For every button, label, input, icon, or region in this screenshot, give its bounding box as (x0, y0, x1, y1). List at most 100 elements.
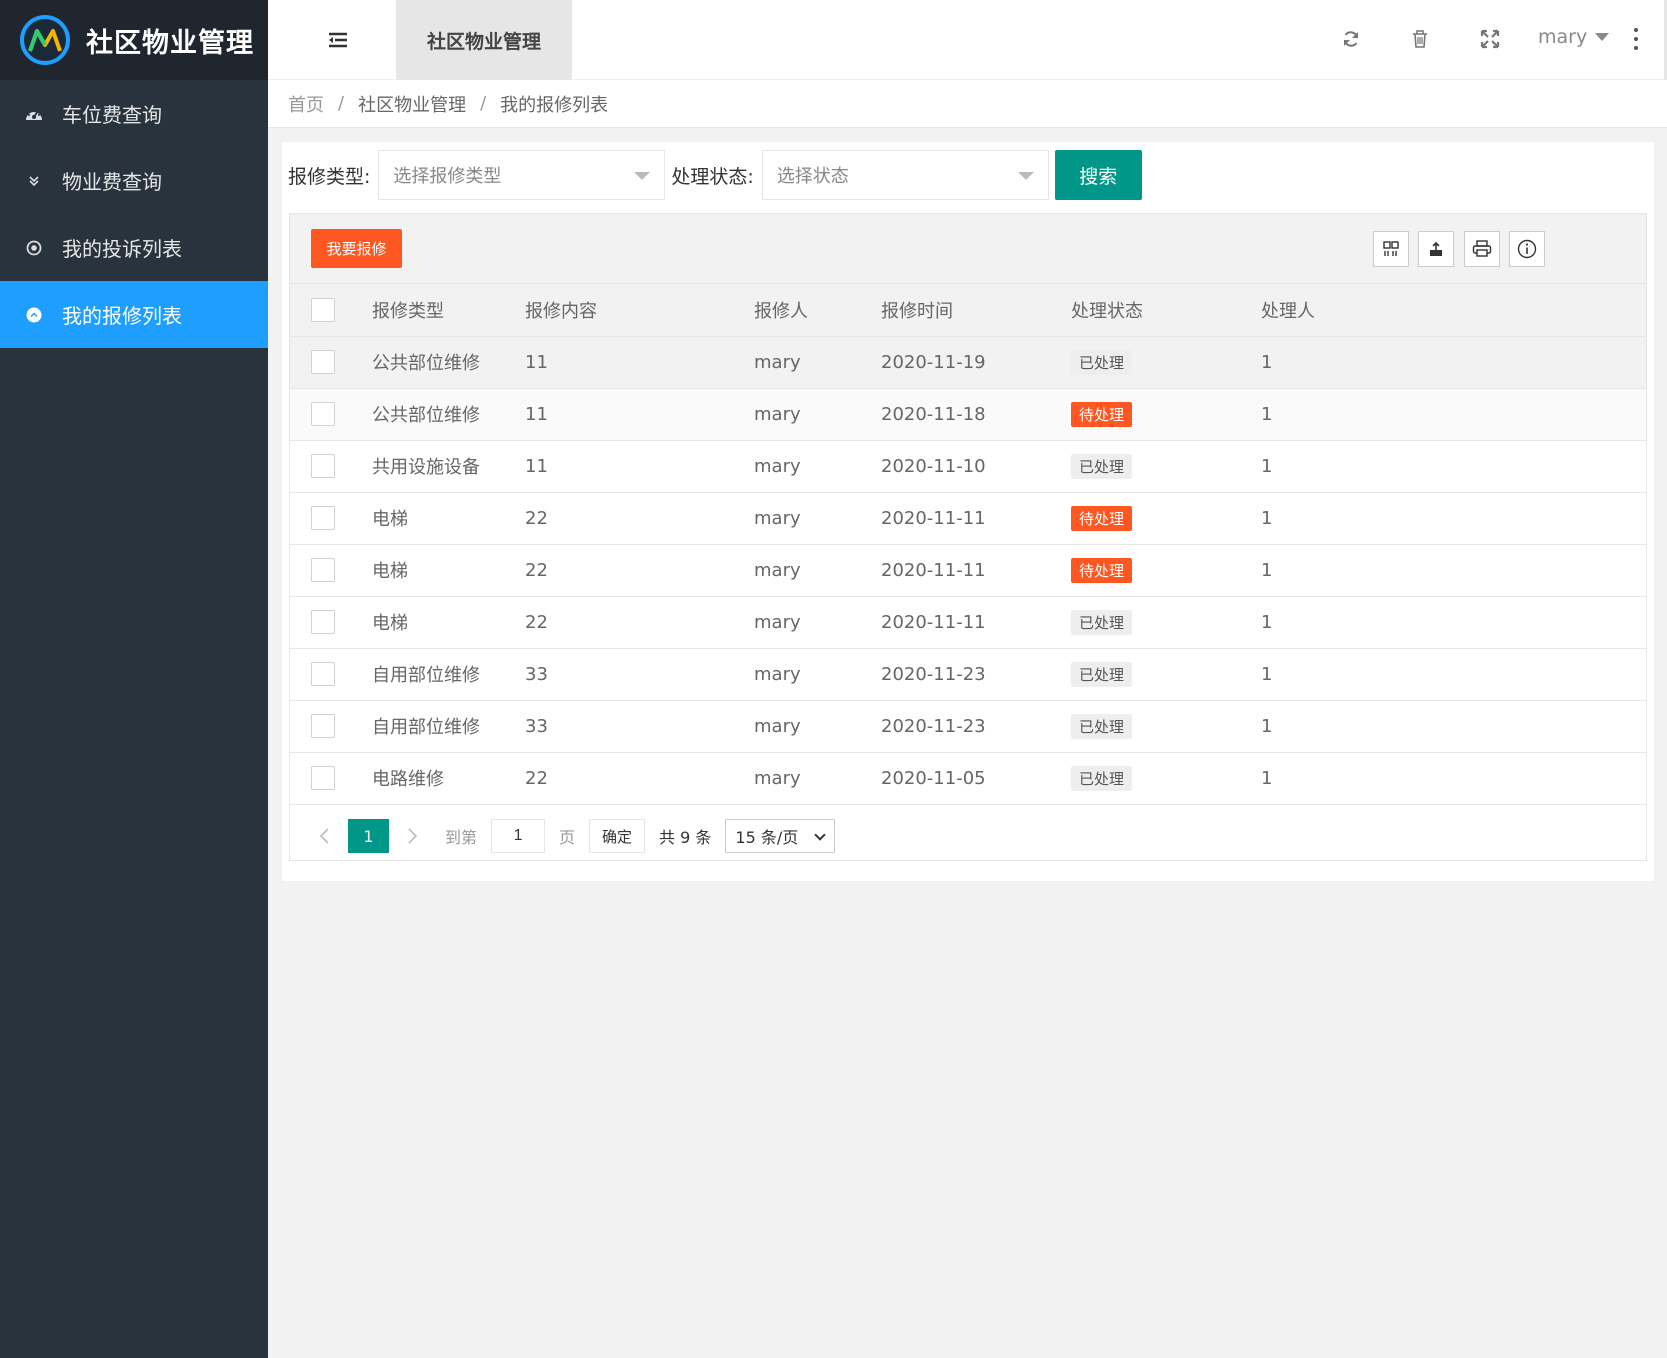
logo: 社区物业管理 (0, 0, 268, 80)
table-row[interactable]: 公共部位维修 11 mary 2020-11-19 已处理 1 (290, 336, 1646, 389)
data-table: 报修类型 报修内容 报修人 报修时间 处理状态 处理人 公共部位维修 11 mary… (290, 284, 1646, 805)
refresh-icon[interactable] (1339, 27, 1363, 51)
table-row[interactable]: 公共部位维修 11 mary 2020-11-18 待处理 1 (290, 388, 1646, 441)
select-all-checkbox[interactable] (311, 297, 335, 322)
tab-community-management[interactable]: 社区物业管理 (396, 0, 572, 80)
content-cell: 33 (525, 700, 754, 753)
add-repair-button[interactable]: 我要报修 (311, 229, 402, 268)
row-checkbox[interactable] (311, 350, 335, 374)
column-header[interactable]: 报修时间 (881, 284, 1071, 337)
table-row[interactable]: 电梯 22 mary 2020-11-11 待处理 1 (290, 492, 1646, 545)
handler-cell: 1 (1261, 544, 1646, 597)
print-icon[interactable] (1464, 231, 1500, 267)
export-icon[interactable] (1418, 231, 1454, 267)
content-cell: 33 (525, 648, 754, 701)
content-cell: 22 (525, 752, 754, 805)
page-number-current[interactable]: 1 (348, 819, 389, 853)
goto-confirm-button[interactable]: 确定 (589, 819, 646, 853)
row-select-cell (290, 700, 372, 753)
chevron-up-circle-icon (24, 305, 44, 325)
time-cell: 2020-11-10 (881, 440, 1071, 493)
status-cell: 已处理 (1071, 700, 1261, 753)
user-menu[interactable]: mary (1538, 26, 1610, 48)
breadcrumb-section[interactable]: 社区物业管理 (358, 91, 466, 117)
dropdown-arrow-icon (1017, 172, 1034, 180)
row-checkbox[interactable] (311, 662, 335, 686)
search-form: 报修类型: 选择报修类型 处理状态: 选择状态 搜索 (288, 149, 1142, 201)
goto-page-input[interactable] (491, 819, 546, 853)
row-select-cell (290, 336, 372, 389)
row-select-cell (290, 440, 372, 493)
status-cell: 待处理 (1071, 492, 1261, 545)
row-select-cell (290, 648, 372, 701)
sidebar-item-property-fee[interactable]: 物业费查询 (0, 147, 268, 214)
search-button[interactable]: 搜索 (1054, 150, 1142, 200)
content-cell: 11 (525, 440, 754, 493)
table-toolbar: 我要报修 (290, 214, 1646, 284)
content-cell: 11 (525, 388, 754, 441)
time-cell: 2020-11-23 (881, 700, 1071, 753)
dashboard-icon (24, 104, 44, 124)
table-row[interactable]: 电梯 22 mary 2020-11-11 待处理 1 (290, 544, 1646, 597)
page-unit-label: 页 (559, 828, 576, 847)
sidebar-item-repairs[interactable]: 我的报修列表 (0, 281, 268, 348)
row-checkbox[interactable] (311, 766, 335, 790)
row-checkbox[interactable] (311, 454, 335, 478)
time-cell: 2020-11-05 (881, 752, 1071, 805)
more-vertical-icon[interactable] (1632, 28, 1640, 50)
type-cell: 电梯 (372, 596, 525, 649)
repair-type-label: 报修类型: (288, 165, 371, 188)
row-select-cell (290, 388, 372, 441)
trash-icon[interactable] (1408, 27, 1432, 51)
repair-type-select[interactable]: 选择报修类型 (378, 150, 666, 200)
type-cell: 电路维修 (372, 752, 525, 805)
person-cell: mary (754, 544, 881, 597)
info-icon[interactable] (1509, 231, 1545, 267)
table-row[interactable]: 电路维修 22 mary 2020-11-05 已处理 1 (290, 752, 1646, 805)
time-cell: 2020-11-11 (881, 544, 1071, 597)
column-header[interactable]: 处理人 (1261, 284, 1646, 337)
sidebar-item-parking-fee[interactable]: 车位费查询 (0, 80, 268, 147)
status-badge: 已处理 (1071, 609, 1133, 635)
fullscreen-icon[interactable] (1478, 27, 1502, 51)
breadcrumb-separator: / (338, 93, 345, 114)
table-row[interactable]: 自用部位维修 33 mary 2020-11-23 已处理 1 (290, 648, 1646, 701)
column-header[interactable]: 报修内容 (525, 284, 754, 337)
row-select-cell (290, 492, 372, 545)
column-header[interactable]: 报修类型 (372, 284, 525, 337)
row-checkbox[interactable] (311, 402, 335, 426)
row-checkbox[interactable] (311, 714, 335, 738)
row-checkbox[interactable] (311, 558, 335, 582)
type-cell: 自用部位维修 (372, 648, 525, 701)
status-badge: 已处理 (1071, 765, 1133, 791)
row-checkbox[interactable] (311, 506, 335, 530)
columns-icon[interactable] (1373, 231, 1409, 267)
handler-cell: 1 (1261, 336, 1646, 389)
status-select[interactable]: 选择状态 (761, 150, 1049, 200)
next-page-icon[interactable] (399, 827, 427, 845)
status-badge: 已处理 (1071, 661, 1133, 687)
row-checkbox[interactable] (311, 610, 335, 634)
column-header[interactable]: 报修人 (754, 284, 881, 337)
type-cell: 共用设施设备 (372, 440, 525, 493)
type-cell: 公共部位维修 (372, 388, 525, 441)
column-header[interactable]: 处理状态 (1071, 284, 1261, 337)
page-size-select[interactable]: 15 条/页 (725, 819, 836, 853)
type-cell: 自用部位维修 (372, 700, 525, 753)
breadcrumb-home[interactable]: 首页 (288, 91, 324, 117)
menu-toggle-icon[interactable] (326, 28, 350, 52)
table-row[interactable]: 自用部位维修 33 mary 2020-11-23 已处理 1 (290, 700, 1646, 753)
status-badge: 已处理 (1071, 349, 1133, 375)
repair-table: 我要报修 报修类型 报修内容 报修人 报修时间 处理状态 处理人 公共部位维修 … (289, 213, 1647, 861)
content-cell: 22 (525, 492, 754, 545)
breadcrumb: 首页 / 社区物业管理 / 我的报修列表 (268, 80, 1667, 128)
prev-page-icon[interactable] (310, 827, 338, 845)
table-row[interactable]: 共用设施设备 11 mary 2020-11-10 已处理 1 (290, 440, 1646, 493)
status-badge: 已处理 (1071, 453, 1133, 479)
chevrons-down-icon (24, 171, 44, 191)
circle-dot-icon (24, 238, 44, 258)
table-row[interactable]: 电梯 22 mary 2020-11-11 已处理 1 (290, 596, 1646, 649)
person-cell: mary (754, 492, 881, 545)
repair-type-placeholder: 选择报修类型 (393, 166, 502, 187)
sidebar-item-complaints[interactable]: 我的投诉列表 (0, 214, 268, 281)
